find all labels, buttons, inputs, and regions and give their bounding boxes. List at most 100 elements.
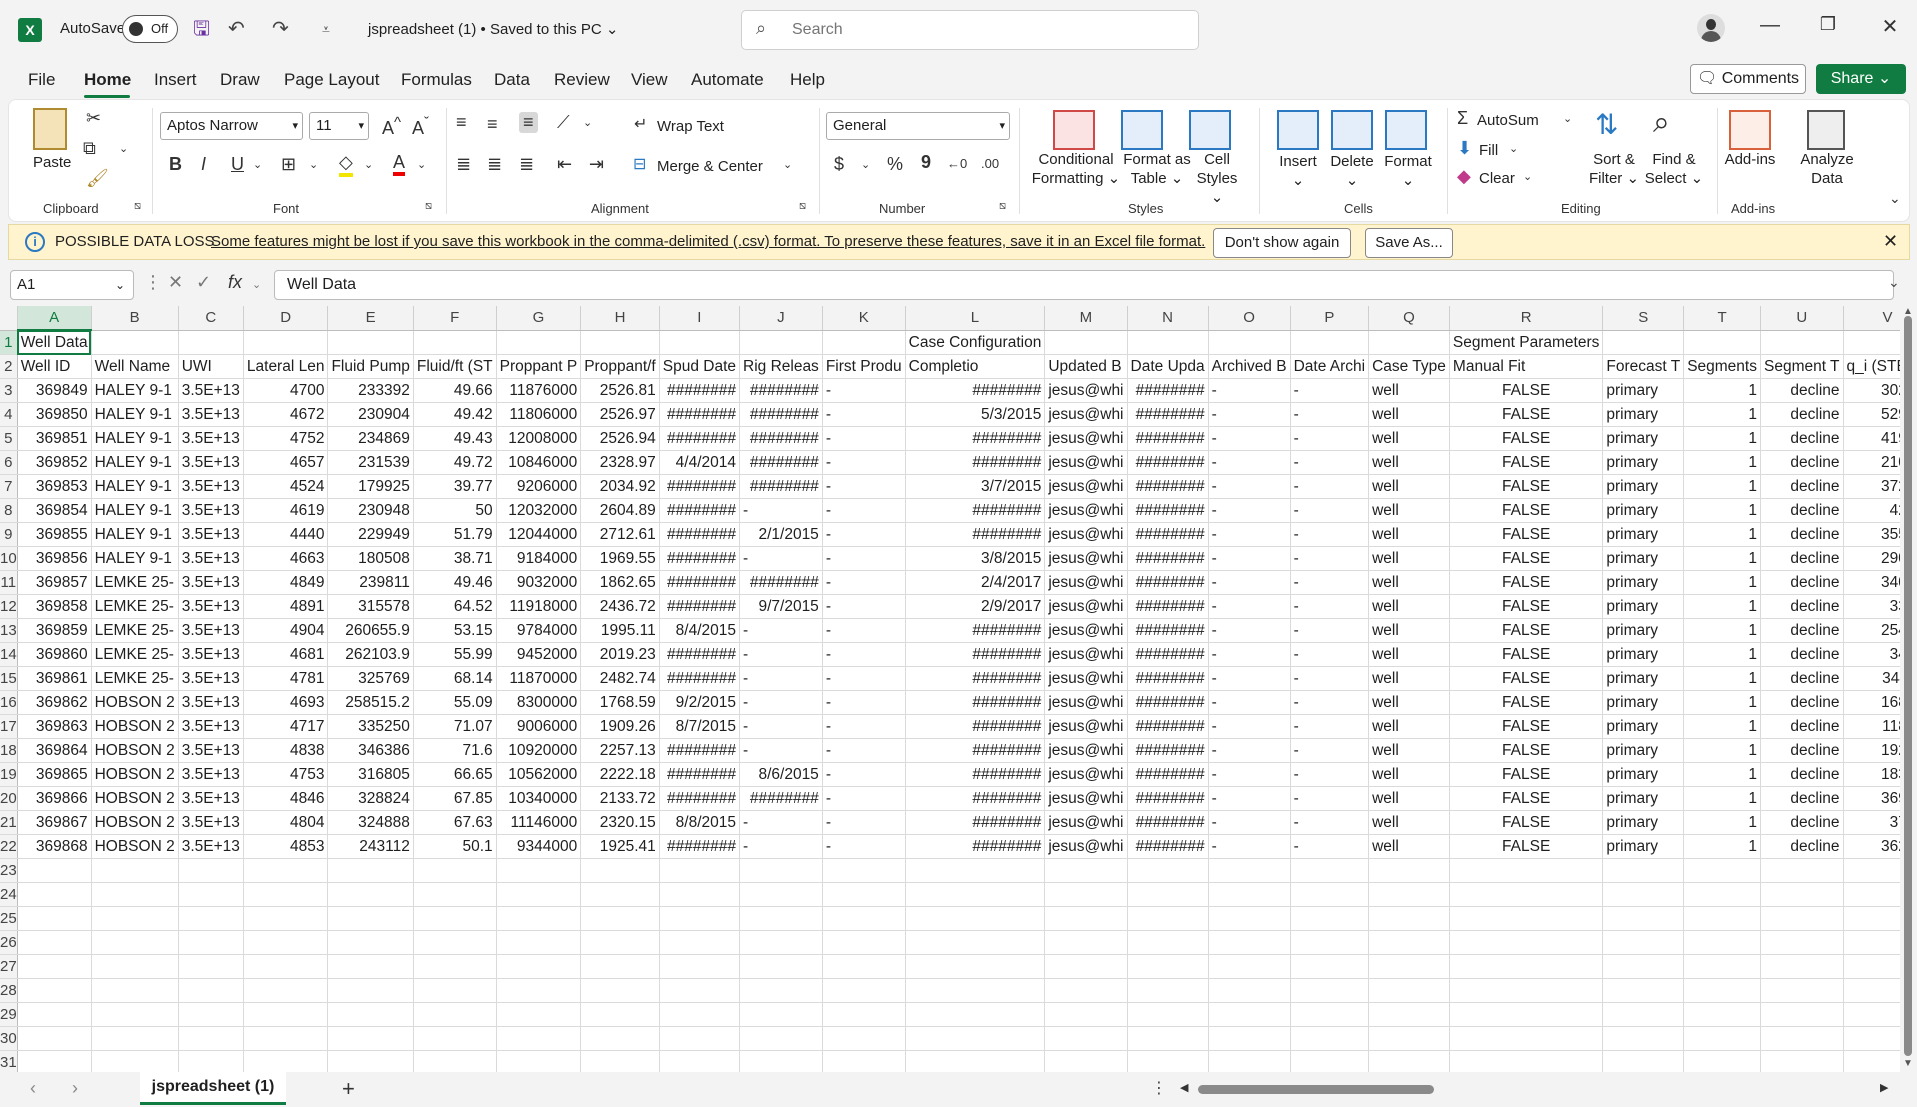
cell[interactable]: [659, 858, 741, 883]
cell[interactable]: 3.5E+13: [178, 474, 244, 499]
cell[interactable]: 369851: [17, 426, 92, 451]
cell[interactable]: [17, 882, 92, 907]
cell[interactable]: [1843, 858, 1900, 883]
cell[interactable]: ########: [739, 786, 823, 811]
cell[interactable]: primary: [1602, 690, 1685, 715]
cell[interactable]: [413, 906, 497, 931]
cell[interactable]: LEMKE 25-: [91, 570, 179, 595]
header-cell[interactable]: Well ID: [17, 354, 92, 379]
cell[interactable]: 231539: [327, 450, 414, 475]
cancel-entry-icon[interactable]: ✕: [168, 272, 183, 293]
header-cell[interactable]: Fluid Pump: [327, 354, 414, 379]
cell[interactable]: ########: [1127, 714, 1209, 739]
analyze-data-icon[interactable]: [1807, 110, 1845, 150]
cell[interactable]: [1683, 978, 1761, 1003]
align-bottom-icon[interactable]: ≡: [519, 112, 538, 133]
cell[interactable]: [243, 978, 329, 1003]
cell[interactable]: 324888: [327, 810, 414, 835]
cell[interactable]: 49.46: [413, 570, 497, 595]
cell[interactable]: -: [822, 786, 906, 811]
cell[interactable]: [1449, 858, 1604, 883]
header-cell[interactable]: q_i (STB/da: [1843, 354, 1900, 379]
cell[interactable]: -: [1208, 378, 1291, 403]
cell[interactable]: jesus@whi: [1044, 378, 1128, 403]
horizontal-scrollbar[interactable]: ◀ ▶: [1178, 1079, 1898, 1099]
cell[interactable]: jesus@whi: [1044, 594, 1128, 619]
cell[interactable]: 369854: [17, 498, 92, 523]
cell[interactable]: -: [1290, 402, 1370, 427]
cell[interactable]: [1044, 1026, 1128, 1051]
cell[interactable]: FALSE: [1449, 834, 1604, 859]
italic-icon[interactable]: I: [201, 154, 206, 175]
cell[interactable]: -: [1290, 522, 1370, 547]
row-header[interactable]: 25: [0, 906, 18, 931]
cell[interactable]: [1602, 1050, 1685, 1072]
cell[interactable]: -: [822, 450, 906, 475]
cell[interactable]: -: [822, 810, 906, 835]
bold-icon[interactable]: B: [169, 154, 182, 175]
cell[interactable]: -: [739, 546, 823, 571]
cell[interactable]: [739, 1002, 823, 1027]
cell[interactable]: 4619: [243, 498, 329, 523]
cell[interactable]: -: [1290, 786, 1370, 811]
cell[interactable]: [1843, 1050, 1900, 1072]
cell[interactable]: 1995.11: [580, 618, 660, 643]
find-select-button[interactable]: Find & Select ⌄: [1641, 150, 1707, 188]
cell[interactable]: primary: [1602, 546, 1685, 571]
cell[interactable]: ########: [659, 762, 741, 787]
font-launcher-icon[interactable]: ⧅: [425, 200, 432, 213]
cell[interactable]: decline: [1760, 762, 1844, 787]
percent-icon[interactable]: %: [887, 154, 903, 175]
column-header[interactable]: C: [178, 306, 244, 331]
cell[interactable]: 316805: [327, 762, 414, 787]
more-options-icon[interactable]: ⋮: [144, 272, 162, 293]
cell[interactable]: HALEY 9-1: [91, 426, 179, 451]
cell[interactable]: -: [1208, 666, 1291, 691]
cell[interactable]: ########: [905, 810, 1046, 835]
cell[interactable]: [91, 1002, 179, 1027]
cell[interactable]: -: [1208, 786, 1291, 811]
cell[interactable]: ########: [659, 570, 741, 595]
cell[interactable]: 9006000: [496, 714, 582, 739]
cell[interactable]: 1: [1683, 786, 1761, 811]
conditional-formatting-icon[interactable]: [1053, 110, 1095, 150]
row-header[interactable]: 31: [0, 1050, 18, 1072]
cell[interactable]: primary: [1602, 474, 1685, 499]
number-format-dropdown[interactable]: General ▾: [826, 112, 1010, 140]
cell[interactable]: [91, 930, 179, 955]
copy-dropdown-icon[interactable]: ⌄: [119, 142, 128, 155]
cell[interactable]: [739, 954, 823, 979]
cell[interactable]: -: [739, 690, 823, 715]
cell[interactable]: [1290, 978, 1370, 1003]
cell[interactable]: FALSE: [1449, 642, 1604, 667]
cell[interactable]: 369858: [17, 594, 92, 619]
cell[interactable]: 369853: [17, 474, 92, 499]
cell[interactable]: [327, 954, 414, 979]
cell[interactable]: jesus@whi: [1044, 834, 1128, 859]
cell[interactable]: 4440: [243, 522, 329, 547]
cell[interactable]: -: [739, 642, 823, 667]
cell[interactable]: [822, 1050, 906, 1072]
cell[interactable]: 51.79: [413, 522, 497, 547]
cell[interactable]: [1044, 858, 1128, 883]
cell[interactable]: 1: [1683, 834, 1761, 859]
cell[interactable]: decline: [1760, 378, 1844, 403]
cell[interactable]: ########: [659, 594, 741, 619]
cell[interactable]: ########: [659, 546, 741, 571]
cell[interactable]: 4681: [243, 642, 329, 667]
cell[interactable]: decline: [1760, 738, 1844, 763]
cell[interactable]: [1449, 930, 1604, 955]
cell[interactable]: -: [822, 522, 906, 547]
cell[interactable]: [1127, 882, 1209, 907]
cell[interactable]: [1449, 978, 1604, 1003]
cell[interactable]: 2/9/2017: [905, 594, 1046, 619]
cell[interactable]: [91, 1026, 179, 1051]
cell[interactable]: [413, 930, 497, 955]
cell[interactable]: 71.6: [413, 738, 497, 763]
paste-icon[interactable]: [33, 108, 67, 150]
cell[interactable]: 210.12: [1843, 450, 1900, 475]
vertical-scroll-thumb[interactable]: [1904, 316, 1912, 1056]
cell[interactable]: ########: [659, 474, 741, 499]
cell[interactable]: 369855: [17, 522, 92, 547]
cell[interactable]: [1208, 930, 1291, 955]
